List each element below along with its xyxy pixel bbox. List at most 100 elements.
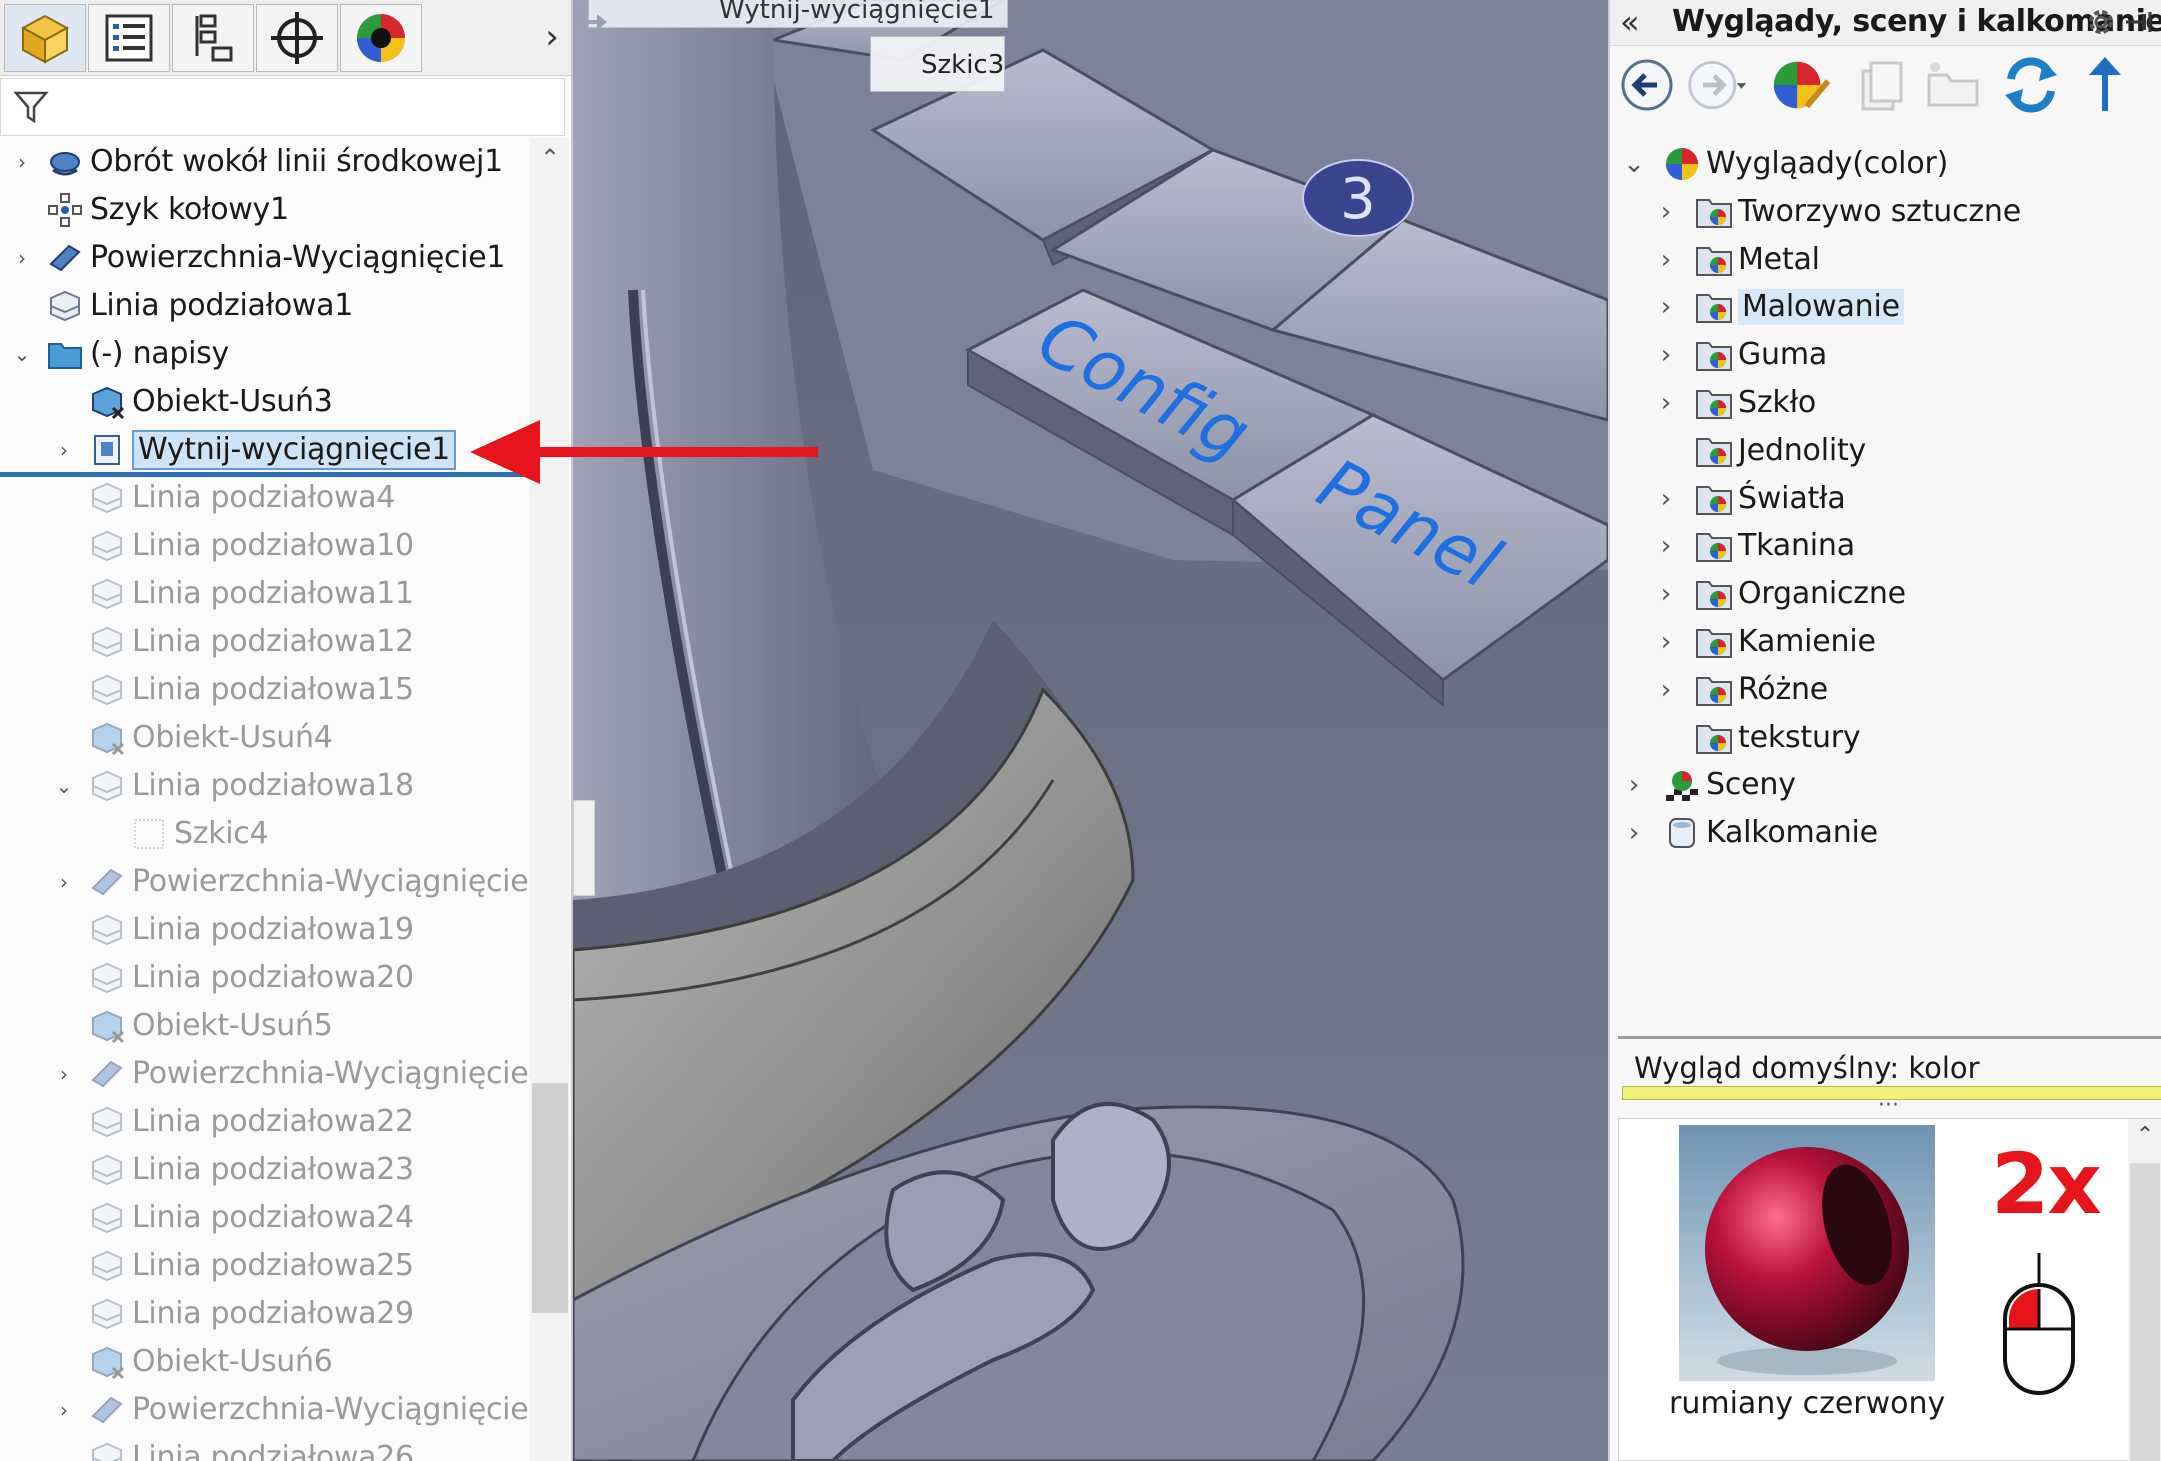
feature-tree-item[interactable]: › Powierzchnia-Wyciągnięcie1 <box>0 234 530 282</box>
appearances-subfolder[interactable]: › Różne <box>1610 666 2161 714</box>
feature-tree-item[interactable]: Linia podziałowa4 <box>0 474 530 522</box>
appearances-category[interactable]: ⌄ Wygląady(color) <box>1610 140 2161 188</box>
tab-feature-manager[interactable] <box>4 4 86 72</box>
gear-icon[interactable] <box>2085 6 2117 38</box>
breadcrumb-feature[interactable]: Wytnij-wyciągnięcie1 <box>588 0 1008 28</box>
graphics-area[interactable]: Config Panel 3 Wytnij-wyciągnięcie1 Szki… <box>573 0 1608 1461</box>
appearances-subfolder[interactable]: Jednolity <box>1610 427 2161 475</box>
collapse-arrow-icon[interactable]: ⌄ <box>54 762 74 810</box>
tab-dimxpert-manager[interactable] <box>256 4 338 72</box>
up-level-button[interactable] <box>2074 50 2136 120</box>
feature-tree-item[interactable]: Linia podziałowa19 <box>0 906 530 954</box>
expand-arrow-icon[interactable]: › <box>1652 475 1680 523</box>
collapse-icon[interactable]: « <box>1620 4 1640 40</box>
feature-tree-item[interactable]: ⌄ Linia podziałowa18 <box>0 762 530 810</box>
filter-icon[interactable] <box>13 89 49 125</box>
forward-button[interactable] <box>1686 50 1748 120</box>
expand-arrow-icon[interactable]: › <box>54 858 74 906</box>
appearances-category[interactable]: › Sceny <box>1610 761 2161 809</box>
appearances-subfolder[interactable]: › Organiczne <box>1610 570 2161 618</box>
gallery-scrollbar[interactable]: ⌃ <box>2128 1119 2161 1461</box>
appearance-swatch[interactable] <box>1679 1125 1935 1381</box>
pin-icon[interactable] <box>2122 6 2154 38</box>
expand-arrow-icon[interactable]: › <box>1652 331 1680 379</box>
feature-tree-item[interactable]: Szyk kołowy1 <box>0 186 530 234</box>
appearances-ball-icon <box>1664 146 1700 182</box>
appearances-subfolder[interactable]: tekstury <box>1610 714 2161 762</box>
appearances-subfolder[interactable]: › Guma <box>1610 331 2161 379</box>
feature-tree-item[interactable]: Linia podziałowa20 <box>0 954 530 1002</box>
feature-tree-item[interactable]: Obiekt-Usuń5 <box>0 1002 530 1050</box>
expand-arrow-icon[interactable]: › <box>12 234 32 282</box>
tab-display-manager[interactable] <box>340 4 422 72</box>
resize-handle-icon[interactable]: ··· <box>1878 1095 1899 1117</box>
appearances-subfolder[interactable]: › Metal <box>1610 236 2161 284</box>
expand-arrow-icon[interactable]: › <box>1652 666 1680 714</box>
panel-splitter-grip[interactable] <box>573 800 595 896</box>
task-pane-splitter[interactable] <box>1618 1036 2161 1039</box>
expand-arrow-icon[interactable]: › <box>1652 379 1680 427</box>
feature-tree-item[interactable]: Linia podziałowa10 <box>0 522 530 570</box>
tab-configuration-manager[interactable] <box>172 4 254 72</box>
scrollbar-thumb[interactable] <box>2130 1163 2160 1461</box>
expand-arrow-icon <box>54 714 74 762</box>
feature-tree-item[interactable]: Linia podziałowa11 <box>0 570 530 618</box>
expand-arrow-icon[interactable]: › <box>54 1050 74 1098</box>
appearances-subfolder[interactable]: › Malowanie <box>1610 283 2161 331</box>
scroll-up-icon[interactable]: ⌃ <box>2128 1123 2161 1148</box>
expand-arrow-icon[interactable]: › <box>1652 570 1680 618</box>
expand-arrow-icon[interactable]: › <box>1652 618 1680 666</box>
expand-arrow-icon[interactable]: › <box>12 138 32 186</box>
feature-tree-item[interactable]: Linia podziałowa23 <box>0 1146 530 1194</box>
feature-tree-item[interactable]: Linia podziałowa12 <box>0 618 530 666</box>
copy-appearance-button[interactable] <box>1850 50 1912 120</box>
feature-tree-item[interactable]: Linia podziałowa24 <box>0 1194 530 1242</box>
expand-arrow-icon[interactable]: › <box>1620 761 1648 809</box>
task-pane-toolbar <box>1610 50 2161 126</box>
scroll-up-icon[interactable]: ⌃ <box>530 144 570 174</box>
appearance-folder-icon <box>1696 194 1732 230</box>
feature-tree-item[interactable]: Linia podziałowa29 <box>0 1290 530 1338</box>
breadcrumb-sketch[interactable]: Szkic3 <box>870 36 1005 92</box>
feature-tree-item[interactable]: ⌄ (-) napisy <box>0 330 530 378</box>
back-button[interactable] <box>1616 50 1678 120</box>
add-folder-button[interactable] <box>1922 50 1984 120</box>
appearances-subfolder[interactable]: › Światła <box>1610 475 2161 523</box>
feature-tree-item[interactable]: › Obrót wokół linii środkowej1 <box>0 138 530 186</box>
feature-tree-item[interactable]: Linia podziałowa25 <box>0 1242 530 1290</box>
collapse-arrow-icon[interactable]: ⌄ <box>1620 140 1648 188</box>
chevron-right-icon[interactable]: › <box>537 12 567 62</box>
feature-tree-item[interactable]: › Wytnij-wyciągnięcie1 <box>0 426 530 474</box>
expand-arrow-icon[interactable]: › <box>54 426 74 474</box>
feature-tree-item[interactable]: Szkic4 <box>0 810 530 858</box>
refresh-button[interactable] <box>2000 50 2062 120</box>
expand-arrow-icon[interactable]: › <box>1652 283 1680 331</box>
collapse-arrow-icon[interactable]: ⌄ <box>12 330 32 378</box>
appearances-subfolder[interactable]: › Szkło <box>1610 379 2161 427</box>
expand-arrow-icon[interactable]: › <box>1652 522 1680 570</box>
scrollbar-thumb[interactable] <box>532 1083 568 1313</box>
appearances-subfolder[interactable]: › Kamienie <box>1610 618 2161 666</box>
feature-tree-item[interactable]: Linia podziałowa22 <box>0 1098 530 1146</box>
feature-tree-item[interactable]: Linia podziałowa1 <box>0 282 530 330</box>
feature-tree-item[interactable]: Obiekt-Usuń6 <box>0 1338 530 1386</box>
feature-tree-item[interactable]: Linia podziałowa15 <box>0 666 530 714</box>
feature-tree-scrollbar[interactable]: ⌃ <box>530 138 570 1461</box>
expand-arrow-icon[interactable]: › <box>54 1386 74 1434</box>
edit-appearance-button[interactable] <box>1770 50 1832 120</box>
feature-tree-item[interactable]: › Powierzchnia-Wyciągnięcie5 <box>0 1386 547 1434</box>
expand-arrow-icon[interactable]: › <box>1652 188 1680 236</box>
feature-tree-item[interactable]: › Powierzchnia-Wyciągnięcie4 <box>0 1050 547 1098</box>
appearances-subfolder[interactable]: › Tkanina <box>1610 522 2161 570</box>
feature-tree-item[interactable]: Obiekt-Usuń3 <box>0 378 530 426</box>
appearances-subfolder[interactable]: › Tworzywo sztuczne <box>1610 188 2161 236</box>
feature-tree-item[interactable]: Linia podziałowa26 <box>0 1434 530 1461</box>
appearances-category[interactable]: › Kalkomanie <box>1610 809 2161 857</box>
feature-tree-item-label: Linia podziałowa12 <box>132 624 414 659</box>
feature-tree-item[interactable]: › Powierzchnia-Wyciągnięcie3 <box>0 858 547 906</box>
tab-property-manager[interactable] <box>88 4 170 72</box>
expand-arrow-icon[interactable]: › <box>1620 809 1648 857</box>
feature-filter[interactable] <box>0 78 565 136</box>
feature-tree-item[interactable]: Obiekt-Usuń4 <box>0 714 530 762</box>
expand-arrow-icon[interactable]: › <box>1652 236 1680 284</box>
